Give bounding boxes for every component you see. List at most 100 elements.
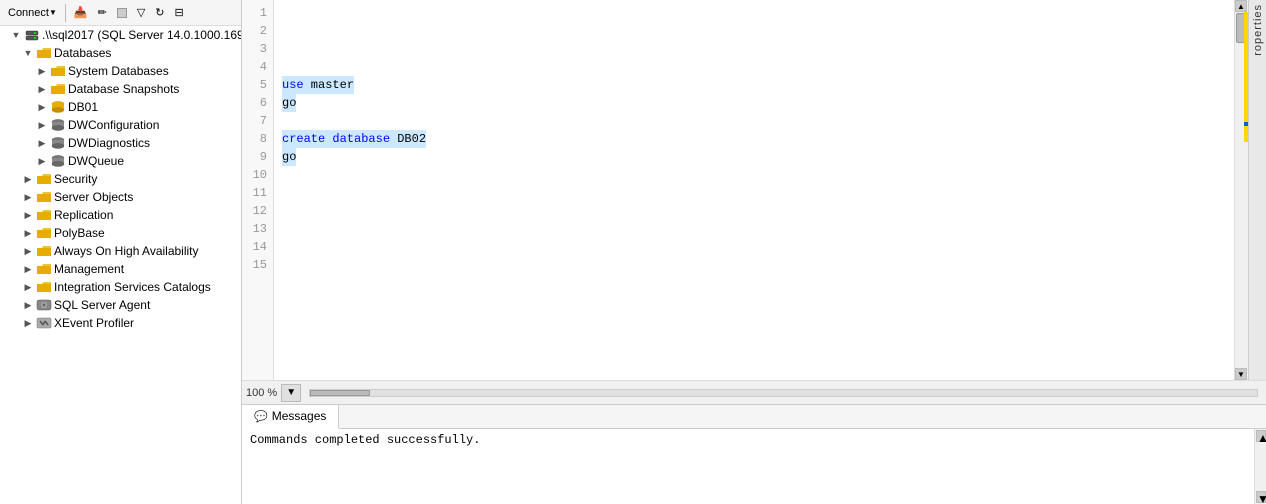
expander-dwqueue[interactable]: ▶ bbox=[34, 153, 50, 169]
code-line-2 bbox=[282, 22, 1226, 40]
keyword-create: create database bbox=[282, 132, 390, 146]
stop-button[interactable] bbox=[113, 5, 131, 21]
expander-always-on[interactable]: ▶ bbox=[20, 243, 36, 259]
sidebar-item-server-objects[interactable]: ▶ Server Objects bbox=[0, 188, 241, 206]
expander-xevent[interactable]: ▶ bbox=[20, 315, 36, 331]
databases-label: Databases bbox=[54, 46, 115, 60]
sidebar-toolbar: Connect ▼ 📥 ✏ ▽ ↻ ⊟ bbox=[0, 0, 241, 26]
expander-integration-services[interactable]: ▶ bbox=[20, 279, 36, 295]
sql-agent-label: SQL Server Agent bbox=[54, 298, 154, 312]
sidebar-item-replication[interactable]: ▶ Replication bbox=[0, 206, 241, 224]
new-query-button[interactable]: ✏ bbox=[94, 3, 111, 22]
disconnect-button[interactable]: 📥 bbox=[70, 3, 92, 22]
code-line-8: create database DB02 bbox=[282, 130, 1226, 148]
xevent-icon bbox=[36, 315, 52, 331]
expander-security[interactable]: ▶ bbox=[20, 171, 36, 187]
sidebar-item-always-on[interactable]: ▶ Always On High Availability bbox=[0, 242, 241, 260]
expander-dwconfig[interactable]: ▶ bbox=[34, 117, 50, 133]
code-line-12 bbox=[282, 202, 1226, 220]
code-line-11 bbox=[282, 184, 1226, 202]
line-num-7: 7 bbox=[242, 112, 267, 130]
scroll-down-btn[interactable]: ▼ bbox=[1235, 368, 1247, 380]
line-num-1: 1 bbox=[242, 4, 267, 22]
line9-content: go bbox=[282, 148, 296, 166]
always-on-label: Always On High Availability bbox=[54, 244, 203, 258]
horizontal-scrollbar[interactable] bbox=[309, 389, 1258, 397]
line-num-6: 6 bbox=[242, 94, 267, 112]
sidebar-item-databases[interactable]: ▼ Databases bbox=[0, 44, 241, 62]
expander-db-snapshots[interactable]: ▶ bbox=[34, 81, 50, 97]
expander-dwdiagnostics[interactable]: ▶ bbox=[34, 135, 50, 151]
sidebar-item-xevent[interactable]: ▶ XEvent Profiler bbox=[0, 314, 241, 332]
expander-databases[interactable]: ▼ bbox=[20, 45, 36, 61]
expander-system-db[interactable]: ▶ bbox=[34, 63, 50, 79]
sidebar-item-db01[interactable]: ▶ DB01 bbox=[0, 98, 241, 116]
line8-content: create database DB02 bbox=[282, 130, 426, 148]
refresh-button[interactable]: ↻ bbox=[151, 3, 168, 22]
folder-replication-icon bbox=[36, 207, 52, 223]
results-scroll-up[interactable]: ▲ bbox=[1256, 430, 1266, 442]
expander-db01[interactable]: ▶ bbox=[34, 99, 50, 115]
sidebar-item-db-snapshots[interactable]: ▶ Database Snapshots bbox=[0, 80, 241, 98]
expander-server[interactable]: ▼ bbox=[8, 27, 24, 43]
blue-marker bbox=[1244, 122, 1248, 126]
code-line-14 bbox=[282, 238, 1226, 256]
results-text: Commands completed successfully. bbox=[250, 433, 1258, 447]
line5-content: use master bbox=[282, 76, 354, 94]
folder-system-db-icon bbox=[50, 63, 66, 79]
line-num-14: 14 bbox=[242, 238, 267, 256]
code-line-6: go bbox=[282, 94, 1226, 112]
sidebar-item-polybase[interactable]: ▶ PolyBase bbox=[0, 224, 241, 242]
folder-server-objects-icon bbox=[36, 189, 52, 205]
folder-db-snapshots-icon bbox=[50, 81, 66, 97]
results-content: Commands completed successfully. ▲ ▼ bbox=[242, 429, 1266, 504]
line-num-2: 2 bbox=[242, 22, 267, 40]
expander-management[interactable]: ▶ bbox=[20, 261, 36, 277]
sidebar-item-management[interactable]: ▶ Management bbox=[0, 260, 241, 278]
folder-databases-icon bbox=[36, 45, 52, 61]
properties-label: roperties bbox=[1252, 4, 1264, 56]
system-databases-label: System Databases bbox=[68, 64, 173, 78]
zoom-dropdown-btn[interactable]: ▼ bbox=[281, 384, 301, 402]
line-num-5: 5 bbox=[242, 76, 267, 94]
new-query-icon: ✏ bbox=[98, 6, 107, 19]
line-num-9: 9 bbox=[242, 148, 267, 166]
expander-polybase[interactable]: ▶ bbox=[20, 225, 36, 241]
connect-button[interactable]: Connect ▼ bbox=[4, 4, 61, 22]
scroll-up-btn[interactable]: ▲ bbox=[1235, 0, 1247, 12]
line-num-12: 12 bbox=[242, 202, 267, 220]
integration-services-label: Integration Services Catalogs bbox=[54, 280, 215, 294]
results-scroll-down[interactable]: ▼ bbox=[1256, 491, 1266, 503]
filter-icon: ▽ bbox=[137, 6, 145, 19]
server-icon bbox=[24, 27, 40, 43]
h-scroll-thumb[interactable] bbox=[310, 390, 370, 396]
separator-1 bbox=[65, 4, 66, 22]
sidebar-item-dwqueue[interactable]: ▶ DWQueue bbox=[0, 152, 241, 170]
sidebar-item-integration-services[interactable]: ▶ Integration Services Catalogs bbox=[0, 278, 241, 296]
line-num-8: 8 bbox=[242, 130, 267, 148]
stop-icon bbox=[117, 8, 127, 18]
results-vscrollbar[interactable]: ▲ ▼ bbox=[1254, 429, 1266, 504]
sidebar-item-security[interactable]: ▶ Security bbox=[0, 170, 241, 188]
sidebar-item-sql-agent[interactable]: ▶ SQL Server Agent bbox=[0, 296, 241, 314]
collapse-all-button[interactable]: ⊟ bbox=[171, 3, 188, 22]
master-text: master bbox=[304, 78, 354, 92]
expander-replication[interactable]: ▶ bbox=[20, 207, 36, 223]
expander-sql-agent[interactable]: ▶ bbox=[20, 297, 36, 313]
line-num-15: 15 bbox=[242, 256, 267, 274]
sidebar-item-system-databases[interactable]: ▶ System Databases bbox=[0, 62, 241, 80]
code-line-15 bbox=[282, 256, 1226, 274]
line6-content: go bbox=[282, 94, 296, 112]
collapse-icon: ⊟ bbox=[175, 6, 184, 19]
refresh-icon: ↻ bbox=[155, 6, 164, 19]
sidebar-item-server[interactable]: ▼ .\\sql2017 (SQL Server 14.0.1000.169 - bbox=[0, 26, 241, 44]
expander-server-objects[interactable]: ▶ bbox=[20, 189, 36, 205]
keyword-use: use bbox=[282, 78, 304, 92]
code-editor[interactable]: use master go create database DB02 go bbox=[274, 0, 1234, 380]
sidebar-item-dwdiagnostics[interactable]: ▶ DWDiagnostics bbox=[0, 134, 241, 152]
editor-vscrollbar[interactable]: ▲ ▼ bbox=[1234, 0, 1248, 380]
sidebar-item-dwconfig[interactable]: ▶ DWConfiguration bbox=[0, 116, 241, 134]
tab-messages[interactable]: 💬 Messages bbox=[242, 405, 339, 429]
code-line-5: use master bbox=[282, 76, 1226, 94]
filter-button[interactable]: ▽ bbox=[133, 3, 149, 22]
